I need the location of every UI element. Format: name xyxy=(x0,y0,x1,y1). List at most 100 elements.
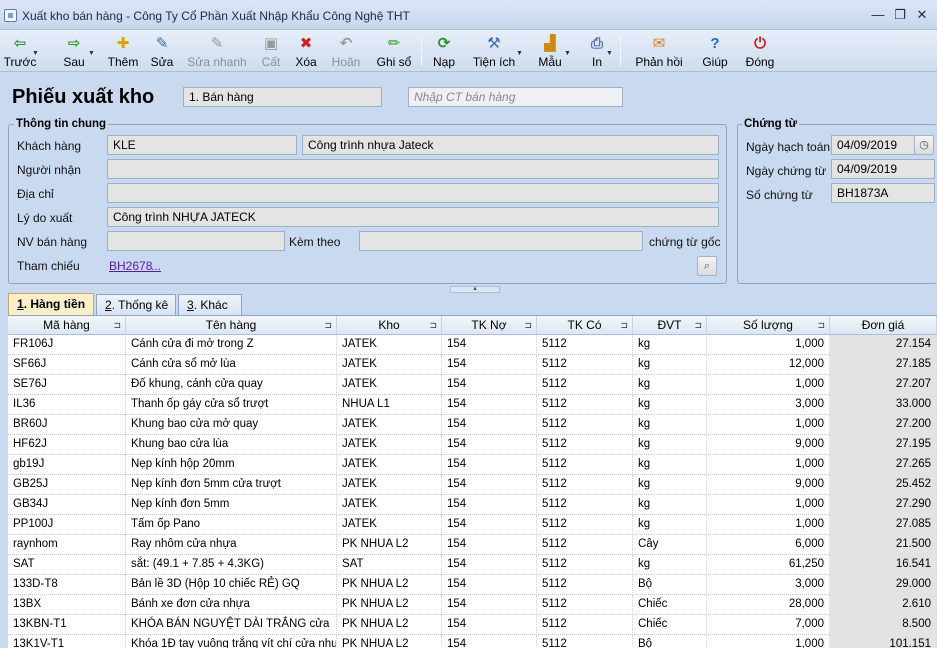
toolbar-chart-template-button[interactable]: ▟ Mẫu ▼ xyxy=(530,32,571,70)
restore-button[interactable]: ❐ xyxy=(890,7,910,23)
table-cell[interactable]: 27.085 xyxy=(830,515,937,535)
toolbar-refresh-button[interactable]: ⟳ Nạp xyxy=(428,32,460,70)
table-cell[interactable]: 1,000 xyxy=(707,415,830,435)
table-cell[interactable]: kg xyxy=(633,555,707,575)
table-cell[interactable]: 5112 xyxy=(537,635,633,648)
toolbar-pencil-button[interactable]: ✏ Ghi sổ xyxy=(372,32,416,70)
pin-icon[interactable]: ⊐ xyxy=(694,316,702,334)
table-row[interactable]: IL36 Thanh ốp gáy cửa sổ trượt NHUA L1 154 5… xyxy=(8,395,937,415)
table-cell[interactable]: 5112 xyxy=(537,555,633,575)
table-cell[interactable]: 5112 xyxy=(537,355,633,375)
table-cell[interactable]: 154 xyxy=(442,355,537,375)
table-cell[interactable]: 5112 xyxy=(537,335,633,355)
table-cell[interactable]: kg xyxy=(633,355,707,375)
toolbar-quick-edit-button[interactable]: ✎ Sửa nhanh xyxy=(186,32,248,70)
table-cell[interactable]: 21.500 xyxy=(830,535,937,555)
toolbar-help-button[interactable]: ? Giúp xyxy=(698,32,732,70)
table-cell[interactable]: Bánh xe đơn cửa nhựa xyxy=(126,595,337,615)
table-cell[interactable]: BR60J xyxy=(8,415,126,435)
reference-more-link[interactable]: ... xyxy=(151,259,161,273)
table-cell[interactable]: Chiếc xyxy=(633,595,707,615)
table-cell[interactable]: PK NHUA L2 xyxy=(337,575,442,595)
table-cell[interactable]: Bản lề 3D (Hộp 10 chiếc RẺ) GQ xyxy=(126,575,337,595)
table-cell[interactable]: GB25J xyxy=(8,475,126,495)
doc-date-field[interactable]: 04/09/2019 xyxy=(831,159,935,179)
pin-icon[interactable]: ⊐ xyxy=(113,316,121,334)
table-cell[interactable]: 154 xyxy=(442,435,537,455)
table-cell[interactable]: JATEK xyxy=(337,355,442,375)
table-cell[interactable]: 1,000 xyxy=(707,635,830,648)
table-cell[interactable]: 5112 xyxy=(537,475,633,495)
panel-collapse-handle[interactable]: ▲ xyxy=(450,286,500,293)
table-cell[interactable]: kg xyxy=(633,515,707,535)
table-cell[interactable]: 154 xyxy=(442,375,537,395)
table-cell[interactable]: IL36 xyxy=(8,395,126,415)
chevron-down-icon[interactable]: ▼ xyxy=(564,50,571,57)
table-cell[interactable]: 3,000 xyxy=(707,395,830,415)
chevron-down-icon[interactable]: ▼ xyxy=(606,50,613,57)
table-cell[interactable]: 5112 xyxy=(537,375,633,395)
table-row[interactable]: raynhom Ray nhôm cửa nhựa PK NHUA L2 154 511… xyxy=(8,535,937,555)
table-row[interactable]: GB34J Nẹp kính đơn 5mm JATEK 154 5112 kg 1,000… xyxy=(8,495,937,515)
toolbar-arrow-right-button[interactable]: ⇨ Sau ▼ xyxy=(54,32,95,70)
column-header[interactable]: Mã hàng ⊐ xyxy=(8,316,126,335)
table-cell[interactable]: kg xyxy=(633,435,707,455)
table-cell[interactable]: kg xyxy=(633,375,707,395)
pin-icon[interactable]: ⊐ xyxy=(620,316,628,334)
posting-date-field[interactable]: 04/09/2019 xyxy=(831,135,916,155)
table-cell[interactable]: Khóa 1Đ tay vuông trắng vít chí cửa nhự xyxy=(126,635,337,648)
table-cell[interactable]: 13K1V-T1 xyxy=(8,635,126,648)
column-header[interactable]: ĐVT ⊐ xyxy=(633,316,707,335)
table-cell[interactable]: 154 xyxy=(442,495,537,515)
toolbar-add-document-button[interactable]: ✚ Thêm xyxy=(104,32,142,70)
toolbar-power-button[interactable]: ⏻ Đóng xyxy=(740,32,780,70)
table-cell[interactable]: 33.000 xyxy=(830,395,937,415)
table-cell[interactable]: 27.195 xyxy=(830,435,937,455)
table-cell[interactable]: Tấm ốp Pano xyxy=(126,515,337,535)
table-cell[interactable]: 12,000 xyxy=(707,355,830,375)
table-row[interactable]: GB25J Nẹp kính đơn 5mm cửa trượt JATEK 154 5… xyxy=(8,475,937,495)
table-cell[interactable]: 13KBN-T1 xyxy=(8,615,126,635)
attach-field[interactable] xyxy=(359,231,643,251)
pin-icon[interactable]: ⊐ xyxy=(429,316,437,334)
table-cell[interactable]: 5112 xyxy=(537,435,633,455)
table-cell[interactable]: 13BX xyxy=(8,595,126,615)
table-row[interactable]: BR60J Khung bao cửa mở quay JATEK 154 5112 kg… xyxy=(8,415,937,435)
table-cell[interactable]: Khung bao cửa mở quay xyxy=(126,415,337,435)
toolbar-delete-button[interactable]: ✖ Xóa xyxy=(290,32,322,70)
table-cell[interactable]: SAT xyxy=(8,555,126,575)
table-cell[interactable]: NHUA L1 xyxy=(337,395,442,415)
table-cell[interactable]: 5112 xyxy=(537,395,633,415)
address-field[interactable] xyxy=(107,183,719,203)
table-cell[interactable]: JATEK xyxy=(337,375,442,395)
table-cell[interactable]: 154 xyxy=(442,575,537,595)
import-voucher-input[interactable]: Nhập CT bán hàng xyxy=(408,87,623,107)
table-row[interactable]: 13BX Bánh xe đơn cửa nhựa PK NHUA L2 154 511… xyxy=(8,595,937,615)
table-cell[interactable]: JATEK xyxy=(337,455,442,475)
toolbar-edit-document-button[interactable]: ✎ Sửa xyxy=(146,32,178,70)
table-cell[interactable]: PK NHUA L2 xyxy=(337,595,442,615)
table-cell[interactable]: 5112 xyxy=(537,535,633,555)
table-cell[interactable]: JATEK xyxy=(337,515,442,535)
column-header[interactable]: TK Nợ ⊐ xyxy=(442,316,537,335)
table-cell[interactable]: Bộ xyxy=(633,635,707,648)
table-cell[interactable]: 2.610 xyxy=(830,595,937,615)
table-cell[interactable]: 154 xyxy=(442,455,537,475)
search-reference-icon[interactable]: ⌕ xyxy=(697,256,717,276)
table-row[interactable]: PP100J Tấm ốp Pano JATEK 154 5112 kg 1,000 27.0… xyxy=(8,515,937,535)
toolbar-save-button[interactable]: ▣ Cất xyxy=(256,32,286,70)
table-cell[interactable]: 133D-T8 xyxy=(8,575,126,595)
table-cell[interactable]: raynhom xyxy=(8,535,126,555)
table-cell[interactable]: kg xyxy=(633,395,707,415)
table-cell[interactable]: 154 xyxy=(442,395,537,415)
table-cell[interactable]: kg xyxy=(633,495,707,515)
table-cell[interactable]: JATEK xyxy=(337,475,442,495)
table-cell[interactable]: SAT xyxy=(337,555,442,575)
tab-statistics[interactable]: 2. Thống kê xyxy=(96,294,176,315)
table-cell[interactable]: 16.541 xyxy=(830,555,937,575)
table-cell[interactable]: PK NHUA L2 xyxy=(337,535,442,555)
table-cell[interactable]: 61,250 xyxy=(707,555,830,575)
doc-number-field[interactable]: BH1873A xyxy=(831,183,935,203)
table-cell[interactable]: 5112 xyxy=(537,515,633,535)
table-cell[interactable]: 5112 xyxy=(537,455,633,475)
